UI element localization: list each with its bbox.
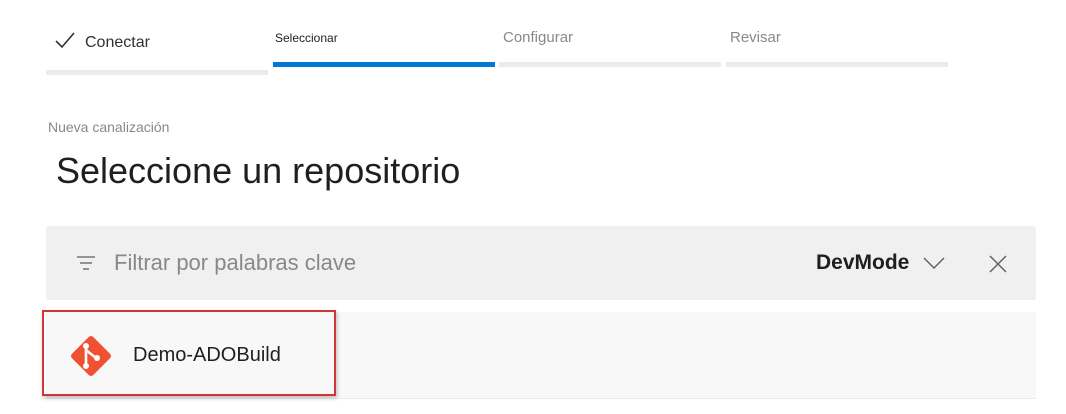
filter-icon [77, 256, 95, 270]
organization-dropdown[interactable]: DevMode [816, 248, 945, 278]
page-subtitle: Nueva canalización [48, 119, 170, 135]
step-connect-label: Conectar [85, 34, 150, 51]
organization-name: DevMode [816, 251, 910, 274]
git-icon [71, 336, 111, 376]
step-review-bar [726, 62, 948, 67]
step-select-bar [273, 62, 495, 67]
page-title: Seleccione un repositorio [56, 150, 461, 191]
check-icon [55, 32, 75, 49]
step-review-label: Revisar [730, 29, 781, 46]
step-configure-bar [499, 62, 721, 67]
repository-name: Demo-ADOBuild [133, 344, 281, 366]
step-select-label: Seleccionar [275, 31, 338, 45]
wizard-steps: Conectar Seleccionar Configurar Revisar [46, 0, 950, 75]
step-connect[interactable]: Conectar [46, 0, 268, 75]
step-configure[interactable]: Configurar [499, 0, 721, 70]
step-connect-bar [46, 70, 268, 75]
close-icon[interactable] [988, 254, 1008, 274]
filter-bar: DevMode [46, 226, 1036, 300]
repository-row[interactable]: Demo-ADOBuild [46, 312, 1036, 399]
step-review[interactable]: Revisar [726, 0, 948, 70]
step-select[interactable]: Seleccionar [273, 0, 495, 70]
step-configure-label: Configurar [503, 29, 574, 46]
filter-input[interactable] [114, 248, 714, 278]
chevron-down-icon [923, 257, 945, 269]
